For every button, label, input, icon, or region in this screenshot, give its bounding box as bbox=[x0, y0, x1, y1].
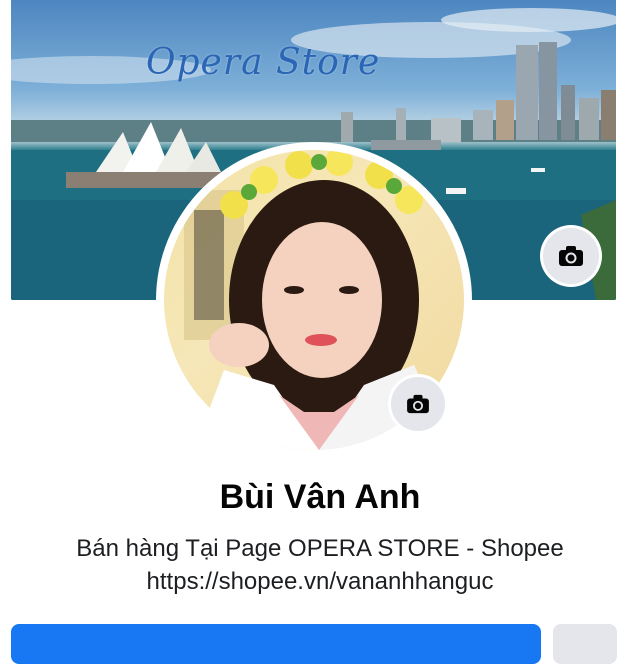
edit-avatar-button[interactable] bbox=[391, 377, 445, 431]
edit-cover-button[interactable] bbox=[543, 228, 599, 284]
camera-icon bbox=[407, 394, 429, 414]
primary-action-button[interactable] bbox=[11, 624, 541, 664]
camera-icon bbox=[559, 246, 583, 266]
profile-link[interactable]: https://shopee.vn/vananhhanguc bbox=[0, 568, 640, 596]
more-options-button[interactable] bbox=[553, 624, 617, 664]
cover-title: Opera Store bbox=[146, 42, 381, 83]
profile-name: Bùi Vân Anh bbox=[219, 478, 421, 516]
profile-bio: Bán hàng Tại Page OPERA STORE - Shopee bbox=[76, 535, 564, 562]
